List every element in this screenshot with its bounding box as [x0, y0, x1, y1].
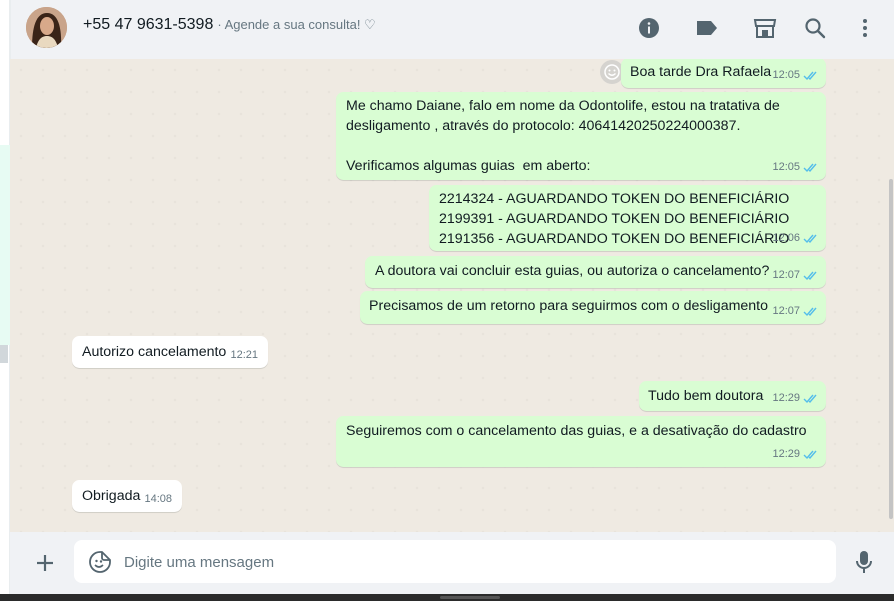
message-bubble[interactable]: 2214324 - AGUARDANDO TOKEN DO BENEFICIÁR… [429, 185, 826, 251]
message-input[interactable] [124, 550, 814, 574]
message-time: 12:29 [772, 392, 800, 404]
left-panel-edge [0, 0, 10, 601]
composer-bar [10, 532, 894, 594]
read-ticks-icon [803, 307, 817, 316]
contact-info[interactable]: +55 47 9631-5398 · Agende a sua consulta… [83, 16, 376, 34]
search-icon[interactable] [801, 14, 829, 42]
message-time: 12:05 [772, 69, 800, 81]
contact-phone: +55 47 9631-5398 [83, 16, 214, 33]
message-time: 12:29 [772, 448, 800, 460]
read-ticks-icon [803, 450, 817, 459]
message-bubble[interactable]: Precisamos de um retorno para seguirmos … [360, 291, 826, 324]
message-time: 12:07 [772, 269, 800, 281]
message-meta: 12:05 [772, 157, 819, 177]
sticker-icon[interactable] [88, 550, 112, 574]
message-meta: 12:21 [230, 345, 261, 365]
message-bubble[interactable]: Tudo bem doutora 12:29 [639, 381, 826, 411]
message-bubble[interactable]: Seguiremos com o cancelamento das guias,… [336, 416, 826, 467]
chat-scrollbar-thumb[interactable] [889, 179, 893, 519]
message-text: 2214324 - AGUARDANDO TOKEN DO BENEFICIÁR… [439, 191, 790, 247]
info-icon[interactable] [635, 14, 663, 42]
message-list[interactable]: Boa tarde Dra Rafaela 12:05 Me chamo Dai… [10, 59, 894, 532]
message-meta: 12:29 [772, 388, 819, 408]
label-icon[interactable] [693, 14, 721, 42]
left-panel-scroll-notch [0, 345, 8, 363]
window-bottom-edge [0, 594, 894, 601]
catalog-icon[interactable] [751, 14, 779, 42]
contact-status: · Agende a sua consulta! ♡ [217, 17, 376, 32]
read-ticks-icon [803, 71, 817, 80]
message-time: 12:06 [772, 232, 800, 244]
message-meta: 12:07 [772, 301, 819, 321]
message-time: 12:21 [230, 349, 258, 361]
message-text: A doutora vai concluir esta guias, ou au… [375, 263, 770, 279]
message-text: Seguiremos com o cancelamento das guias,… [346, 423, 807, 439]
chat-scrollbar[interactable] [886, 59, 894, 532]
read-ticks-icon [803, 234, 817, 243]
chat-header[interactable]: +55 47 9631-5398 · Agende a sua consulta… [10, 0, 894, 59]
message-bubble[interactable]: Boa tarde Dra Rafaela 12:05 [621, 59, 826, 88]
left-panel-highlight [0, 145, 10, 345]
message-bubble[interactable]: A doutora vai concluir esta guias, ou au… [365, 256, 826, 288]
attach-plus-icon[interactable] [32, 550, 58, 576]
read-ticks-icon [803, 271, 817, 280]
message-time: 12:07 [772, 305, 800, 317]
microphone-icon[interactable] [850, 548, 878, 576]
message-time: 12:05 [772, 161, 800, 173]
message-text: Precisamos de um retorno para seguirmos … [369, 298, 769, 314]
menu-icon[interactable] [851, 14, 879, 42]
message-meta: 12:05 [772, 65, 819, 85]
window-bottom-handle [440, 596, 500, 599]
message-meta: 12:06 [772, 228, 819, 248]
message-text: Me chamo Daiane, falo em nome da Odontol… [346, 98, 780, 174]
message-meta: 14:08 [144, 489, 175, 509]
message-bubble[interactable]: Me chamo Daiane, falo em nome da Odontol… [336, 92, 826, 180]
message-input-box[interactable] [74, 540, 836, 583]
message-bubble[interactable]: Obrigada 14:08 [72, 480, 182, 512]
message-bubble[interactable]: Autorizo cancelamento 12:21 [72, 336, 268, 368]
read-ticks-icon [803, 394, 817, 403]
message-time: 14:08 [144, 493, 172, 505]
message-meta: 12:07 [772, 265, 819, 285]
avatar[interactable] [26, 7, 67, 48]
message-meta: 12:29 [772, 444, 819, 464]
read-ticks-icon [803, 163, 817, 172]
